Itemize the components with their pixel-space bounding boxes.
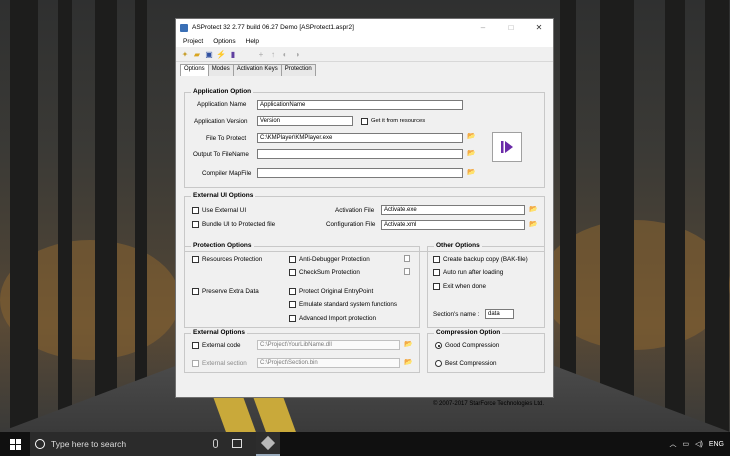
preserve-extra-data-label: Preserve Extra Data [202,288,259,295]
checksum-checkbox[interactable] [289,269,296,276]
exit-when-done-checkbox[interactable] [433,283,440,290]
copyright-text: © 2007-2017 StarForce Technologies Ltd. [432,401,544,407]
external-options-title: External Options [191,329,248,336]
tray-chevron-up-icon[interactable]: ︿ [669,439,676,449]
external-ui-title: External UI Options [191,192,256,199]
activation-file-input[interactable]: Activate.exe [381,205,525,215]
output-filename-label: Output To FileName [193,151,249,158]
compression-option-title: Compression Option [434,329,503,336]
browse-external-section-folder-icon[interactable]: 📂 [404,359,413,366]
asprotect-app-icon [260,435,276,451]
browse-activation-folder-icon[interactable]: 📂 [529,206,538,213]
best-compression-label: Best Compression [445,360,497,367]
anti-debugger-checkbox[interactable] [289,256,296,263]
checksum-label: CheckSum Protection [299,269,360,276]
good-compression-radio[interactable] [435,342,442,349]
language-indicator[interactable]: ENG [709,441,724,448]
activation-file-label: Activation File [335,207,375,214]
windows-logo-icon [9,438,21,450]
bundle-ui-checkbox[interactable] [192,221,199,228]
resources-protection-label: Resources Protection [202,256,263,263]
get-from-resources-label: Get it from resources [371,118,426,124]
compression-option-group: Compression Option [427,329,545,373]
external-section-label: External section [202,360,247,367]
external-code-checkbox[interactable] [192,342,199,349]
external-section-input[interactable]: C:\Project\Section.bin [257,358,400,368]
network-icon[interactable]: ▭ [682,440,689,448]
protection-options-title: Protection Options [191,242,254,249]
search-placeholder: Type here to search [51,439,127,449]
browse-output-folder-icon[interactable]: 📂 [467,150,476,157]
protect-run-button[interactable] [492,132,522,162]
emulate-system-functions-checkbox[interactable] [289,301,296,308]
good-compression-label: Good Compression [445,342,500,349]
protect-entrypoint-checkbox[interactable] [289,288,296,295]
task-view-icon[interactable] [232,439,242,448]
microphone-icon[interactable] [213,439,218,448]
get-from-resources-checkbox[interactable] [361,118,368,125]
use-external-ui-checkbox[interactable] [192,207,199,214]
play-icon [501,141,513,153]
section-name-label: Section's name : [433,311,480,318]
application-option-title: Application Option [191,88,254,95]
section-name-input[interactable]: data [485,309,514,319]
advanced-import-checkbox[interactable] [289,315,296,322]
bundle-ui-label: Bundle UI to Protected file [202,221,276,228]
external-code-input[interactable]: C:\Project\YourLibName.dll [257,340,400,350]
checksum-doc-icon[interactable] [404,268,410,275]
use-external-ui-label: Use External UI [202,207,247,214]
file-to-protect-label: File To Protect [206,135,247,142]
application-version-input[interactable]: Version [257,116,353,126]
application-name-input[interactable]: ApplicationName [257,100,463,110]
browse-config-folder-icon[interactable]: 📂 [529,221,538,228]
compiler-mapfile-input[interactable] [257,168,463,178]
preserve-extra-data-checkbox[interactable] [192,288,199,295]
browse-mapfile-folder-icon[interactable]: 📂 [467,169,476,176]
emulate-system-functions-label: Emulate standard system functions [299,301,397,308]
best-compression-radio[interactable] [435,360,442,367]
configuration-file-input[interactable]: Activate.xml [381,220,525,230]
application-version-label: Application Version [194,118,248,125]
taskbar: Type here to search ︿ ▭ ◁) ENG [0,432,730,456]
start-button[interactable] [0,432,30,456]
auto-run-checkbox[interactable] [433,269,440,276]
browse-external-code-folder-icon[interactable]: 📂 [404,341,413,348]
browse-file-folder-icon[interactable]: 📂 [467,133,476,140]
cortana-icon [35,439,45,449]
taskbar-search-box[interactable]: Type here to search [30,432,256,456]
anti-debugger-label: Anti-Debugger Protection [299,256,370,263]
compiler-mapfile-label: Compiler MapFile [202,170,252,177]
protect-entrypoint-label: Protect Original EntryPoint [299,288,374,295]
resources-protection-checkbox[interactable] [192,256,199,263]
backup-copy-checkbox[interactable] [433,256,440,263]
external-section-checkbox[interactable] [192,360,199,367]
advanced-import-label: Advanced Import protection [299,315,377,322]
system-tray: ︿ ▭ ◁) ENG [669,432,724,456]
configuration-file-label: Configuration File [326,221,376,228]
taskbar-asprotect-app[interactable] [256,432,280,456]
other-options-title: Other Options [434,242,482,249]
options-panel: Application Option Application Name Appl… [175,18,554,407]
application-name-label: Application Name [197,101,247,108]
file-to-protect-input[interactable]: C:\KMPlayer\KMPlayer.exe [257,133,463,143]
anti-debugger-doc-icon[interactable] [404,255,410,262]
backup-copy-label: Create backup copy (BAK-file) [443,256,528,263]
external-code-label: External code [202,342,241,349]
exit-when-done-label: Exit when done [443,283,487,290]
output-filename-input[interactable] [257,149,463,159]
volume-icon[interactable]: ◁) [695,440,703,448]
auto-run-label: Auto run after loading [443,269,504,276]
